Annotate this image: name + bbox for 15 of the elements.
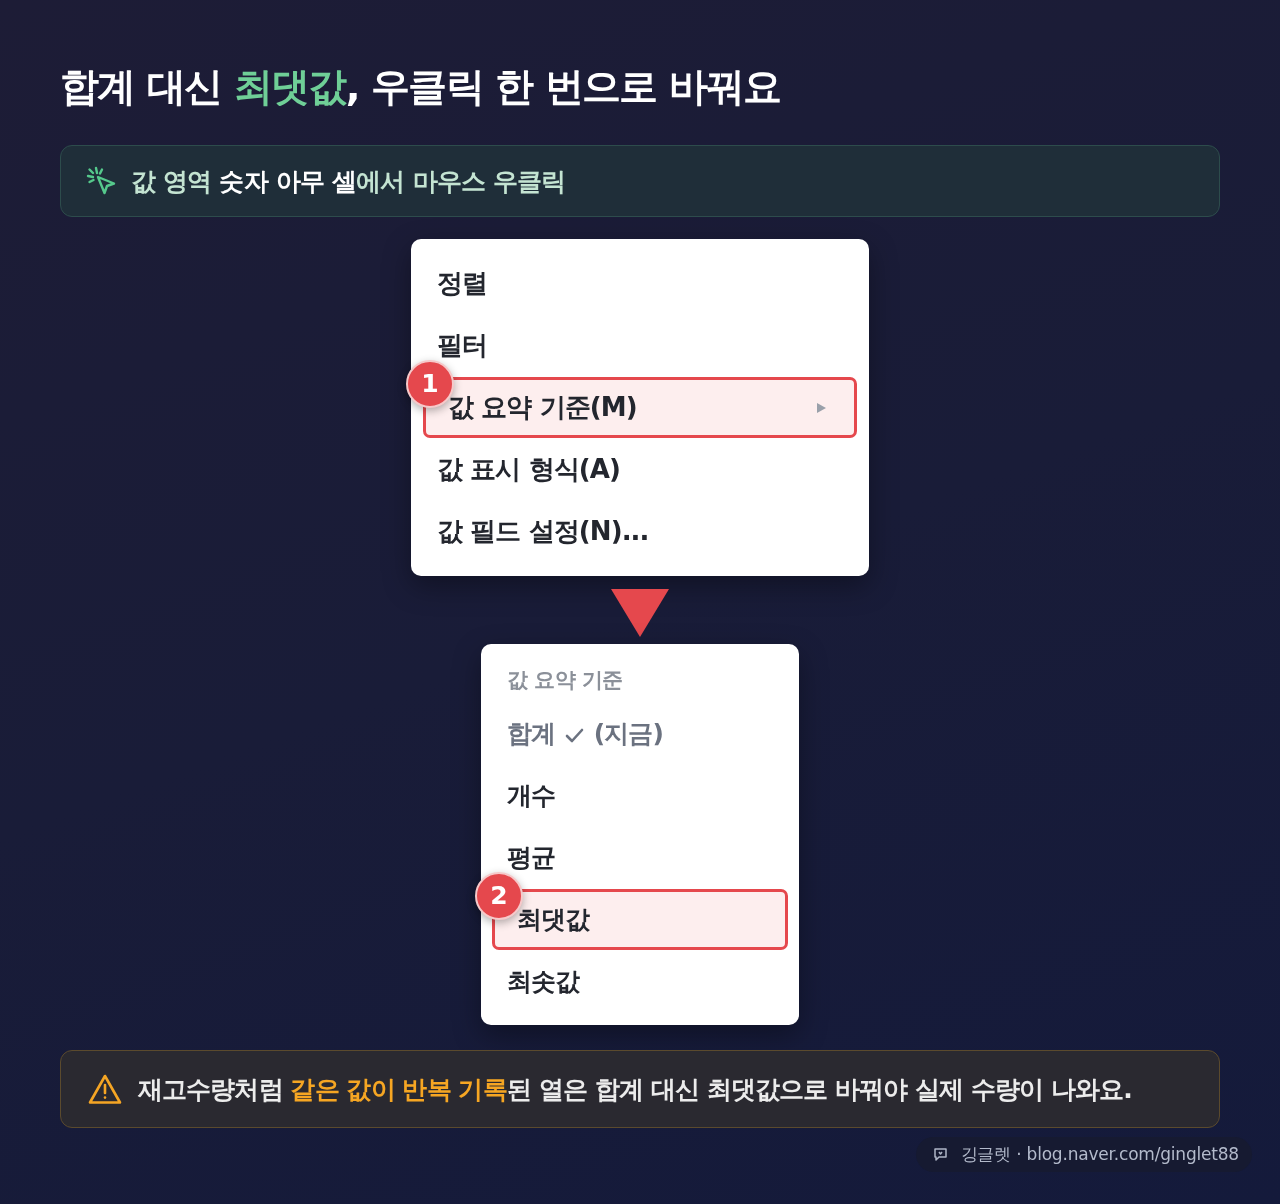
credit-text: 깅글렛 · blog.naver.com/ginglet88 [960, 1143, 1239, 1166]
menu-item[interactable]: 값 표시 형식(A) [423, 439, 857, 500]
menu-item[interactable]: 최솟값 [492, 951, 788, 1012]
hint-text: 값 영역 숫자 아무 셀에서 마우스 우클릭 [131, 165, 566, 198]
menu-item[interactable]: 정렬 [423, 253, 857, 314]
menu-item[interactable]: 합계 (지금) [492, 703, 788, 764]
menu-item[interactable]: 개수 [492, 765, 788, 826]
warning-icon [88, 1073, 122, 1105]
down-triangle-icon [611, 589, 669, 637]
warning-text: 재고수량처럼 같은 값이 반복 기록된 열은 합계 대신 최댓값으로 바꿔야 실제 수량이 나와요. [138, 1073, 1132, 1106]
menu-header: 값 요약 기준 [507, 667, 623, 694]
comment-icon [933, 1148, 947, 1161]
cursor-click-icon [86, 166, 116, 196]
page-title: 합계 대신 최댓값, 우클릭 한 번으로 바꿔요 [60, 63, 781, 111]
menu-item[interactable]: 값 필드 설정(N)... [423, 501, 857, 562]
